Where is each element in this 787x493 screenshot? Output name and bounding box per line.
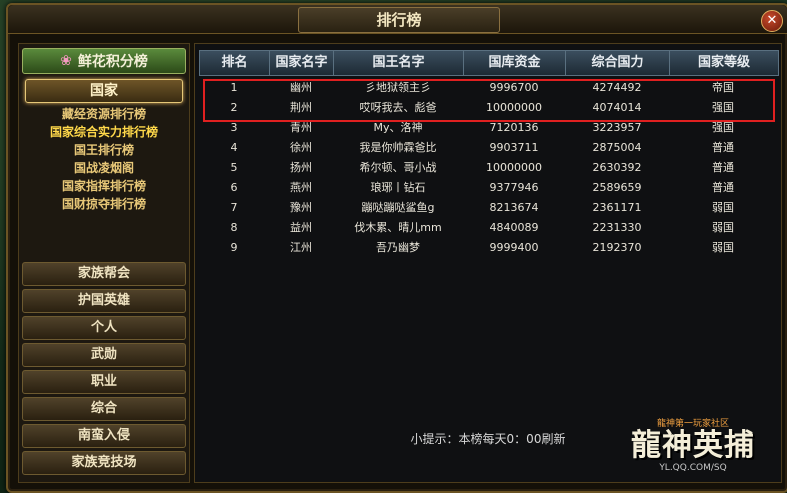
cell-country: 益州	[290, 221, 312, 234]
header-treasury[interactable]: 国库资金	[464, 51, 566, 75]
cell-country: 燕州	[290, 181, 312, 194]
cell-power: 2630392	[592, 161, 642, 174]
category-family-guild[interactable]: 家族帮会	[22, 262, 186, 286]
category-overall[interactable]: 综合	[22, 397, 186, 421]
cell-king: 蹦哒蹦哒鲨鱼g	[361, 201, 435, 214]
flower-rank-button[interactable]: ❀ 鲜花积分榜	[22, 48, 186, 74]
cell-country: 幽州	[290, 81, 312, 94]
category-personal[interactable]: 个人	[22, 316, 186, 340]
cell-rank: 3	[230, 121, 238, 134]
cell-country: 豫州	[290, 201, 312, 214]
cell-treasury: 9377946	[489, 181, 539, 194]
cell-rank: 1	[230, 81, 238, 94]
title-bar: 排行榜 ✕	[8, 5, 787, 34]
ranking-panel: 排名 国家名字 国王名字 国库资金 综合国力 国家等级 1 幽州 彡地狱领主彡 …	[194, 43, 782, 483]
cell-country: 荆州	[290, 101, 312, 114]
cell-country: 扬州	[290, 161, 312, 174]
cell-rank: 8	[230, 221, 238, 234]
cell-power: 4074014	[592, 101, 642, 114]
header-king[interactable]: 国王名字	[334, 51, 464, 75]
cell-king: 彡地狱领主彡	[365, 81, 431, 94]
header-level[interactable]: 国家等级	[670, 51, 778, 75]
cell-power: 2589659	[592, 181, 642, 194]
flower-icon: ❀	[60, 53, 72, 69]
cell-level: 强国	[712, 121, 734, 134]
left-nav: ❀ 鲜花积分榜 国家 藏经资源排行榜 国家综合实力排行榜 国王排行榜 国战凌烟阁…	[18, 43, 190, 483]
header-rank[interactable]: 排名	[200, 51, 270, 75]
table-row[interactable]: 5 扬州 希尔顿、哥小战 10000000 2630392 普通	[199, 158, 777, 178]
cell-level: 弱国	[712, 201, 734, 214]
sub-item-king-rank[interactable]: 国王排行榜	[19, 141, 189, 159]
cell-treasury: 7120136	[489, 121, 539, 134]
cell-power: 4274492	[592, 81, 642, 94]
cell-rank: 4	[230, 141, 238, 154]
table-row[interactable]: 7 豫州 蹦哒蹦哒鲨鱼g 8213674 2361171 弱国	[199, 198, 777, 218]
cell-level: 强国	[712, 101, 734, 114]
cell-level: 弱国	[712, 241, 734, 254]
cell-treasury: 9996700	[489, 81, 539, 94]
cell-rank: 6	[230, 181, 238, 194]
cell-level: 普通	[712, 161, 734, 174]
cell-power: 2361171	[592, 201, 642, 214]
cell-power: 2192370	[592, 241, 642, 254]
logo-title: 龍神英捕	[631, 428, 755, 463]
sub-item-war-hall[interactable]: 国战凌烟阁	[19, 159, 189, 177]
logo-url: YL.QQ.COM/SQ	[659, 463, 727, 473]
cell-country: 青州	[290, 121, 312, 134]
cell-level: 普通	[712, 181, 734, 194]
cell-king: 哎呀我去、彪爸	[359, 101, 437, 114]
cell-king: 希尔顿、哥小战	[359, 161, 437, 174]
cell-king: 我是你帅霖爸比	[359, 141, 437, 154]
cell-rank: 5	[230, 161, 238, 174]
cell-power: 3223957	[592, 121, 642, 134]
sub-item-resource-rank[interactable]: 藏经资源排行榜	[19, 105, 189, 123]
cell-country: 江州	[290, 241, 312, 254]
game-logo: 龍神第一玩家社区 龍神英捕 YL.QQ.COM/SQ	[613, 416, 773, 476]
table-row[interactable]: 8 益州 伐木累、晴儿mm 4840089 2231330 弱国	[199, 218, 777, 238]
close-button[interactable]: ✕	[761, 10, 783, 32]
cell-rank: 9	[230, 241, 238, 254]
category-merit[interactable]: 武勋	[22, 343, 186, 367]
cell-king: My、洛神	[373, 121, 423, 134]
category-profession[interactable]: 职业	[22, 370, 186, 394]
country-sub-list: 藏经资源排行榜 国家综合实力排行榜 国王排行榜 国战凌烟阁 国家指挥排行榜 国财…	[19, 105, 189, 213]
table-row[interactable]: 6 燕州 琅琊丨钻石 9377946 2589659 普通	[199, 178, 777, 198]
header-country[interactable]: 国家名字	[270, 51, 334, 75]
cell-treasury: 8213674	[489, 201, 539, 214]
cell-level: 普通	[712, 141, 734, 154]
table-body: 1 幽州 彡地狱领主彡 9996700 4274492 帝国 2 荆州 哎呀我去…	[199, 78, 777, 258]
cell-treasury: 10000000	[486, 161, 542, 174]
cell-country: 徐州	[290, 141, 312, 154]
cell-king: 吾乃幽梦	[376, 241, 420, 254]
table-row[interactable]: 2 荆州 哎呀我去、彪爸 10000000 4074014 强国	[199, 98, 777, 118]
table-row[interactable]: 9 江州 吾乃幽梦 9999400 2192370 弱国	[199, 238, 777, 258]
ranking-window: 排行榜 ✕ ❀ 鲜花积分榜 国家 藏经资源排行榜 国家综合实力排行榜 国王排行榜…	[6, 3, 787, 493]
cell-treasury: 10000000	[486, 101, 542, 114]
table-row[interactable]: 3 青州 My、洛神 7120136 3223957 强国	[199, 118, 777, 138]
cell-level: 帝国	[712, 81, 734, 94]
header-power[interactable]: 综合国力	[566, 51, 670, 75]
category-southern-invasion[interactable]: 南蛮入侵	[22, 424, 186, 448]
cell-rank: 2	[230, 101, 238, 114]
table-row[interactable]: 4 徐州 我是你帅霖爸比 9903711 2875004 普通	[199, 138, 777, 158]
table-row[interactable]: 1 幽州 彡地狱领主彡 9996700 4274492 帝国	[199, 78, 777, 98]
cell-power: 2875004	[592, 141, 642, 154]
cell-power: 2231330	[592, 221, 642, 234]
sub-item-command-rank[interactable]: 国家指挥排行榜	[19, 177, 189, 195]
cell-treasury: 4840089	[489, 221, 539, 234]
table-header: 排名 国家名字 国王名字 国库资金 综合国力 国家等级	[199, 50, 779, 76]
category-national-hero[interactable]: 护国英雄	[22, 289, 186, 313]
country-tab-button[interactable]: 国家	[25, 79, 183, 103]
cell-treasury: 9903711	[489, 141, 539, 154]
flower-rank-label: 鲜花积分榜	[77, 54, 148, 70]
cell-rank: 7	[230, 201, 238, 214]
window-title: 排行榜	[298, 7, 500, 33]
sub-item-plunder-rank[interactable]: 国财掠夺排行榜	[19, 195, 189, 213]
cell-level: 弱国	[712, 221, 734, 234]
sub-item-strength-rank[interactable]: 国家综合实力排行榜	[19, 123, 189, 141]
category-family-arena[interactable]: 家族竞技场	[22, 451, 186, 475]
cell-treasury: 9999400	[489, 241, 539, 254]
cell-king: 伐木累、晴儿mm	[354, 221, 442, 234]
cell-king: 琅琊丨钻石	[370, 181, 426, 194]
